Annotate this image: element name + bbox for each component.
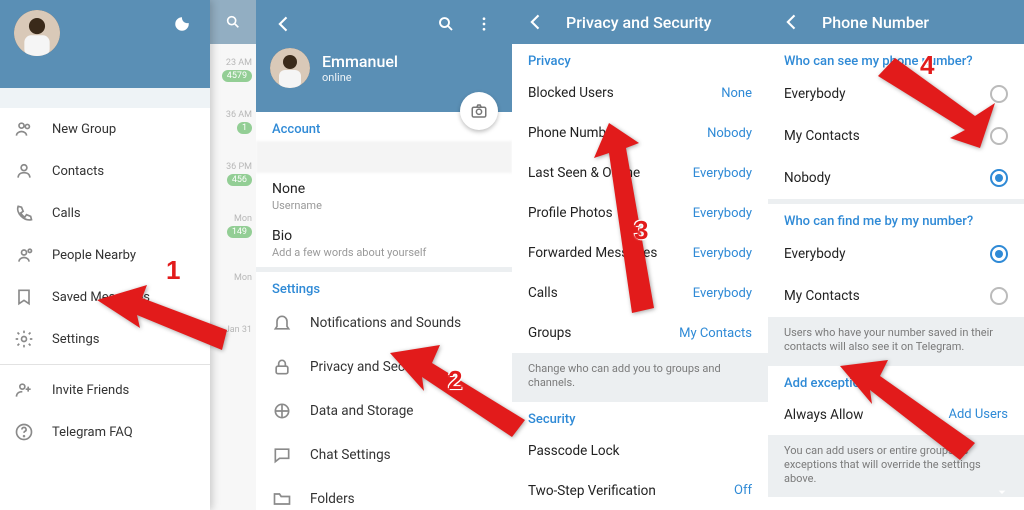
search-icon[interactable] (210, 0, 256, 44)
group-icon (14, 119, 34, 139)
menu-settings[interactable]: Settings (0, 318, 210, 360)
setting-notifications[interactable]: Notifications and Sounds (256, 301, 512, 345)
menu-label: New Group (52, 122, 116, 137)
opt-everybody[interactable]: Everybody (768, 73, 1024, 115)
avatar[interactable] (270, 48, 310, 88)
section-security: Security (512, 402, 768, 431)
menu-label: Telegram FAQ (52, 425, 133, 440)
person-icon (14, 161, 34, 181)
section-settings: Settings (256, 272, 512, 301)
divider (0, 364, 210, 365)
radio-icon (990, 245, 1008, 263)
folder-icon (272, 489, 292, 509)
bell-icon (272, 313, 292, 333)
back-icon[interactable] (270, 10, 298, 38)
section-who-find: Who can find me by my number? (768, 204, 1024, 233)
radio-icon (990, 127, 1008, 145)
night-mode-icon[interactable] (168, 10, 196, 38)
menu-label: Contacts (52, 164, 104, 179)
row-passcode[interactable]: Passcode Lock (512, 431, 768, 471)
menu-contacts[interactable]: Contacts (0, 150, 210, 192)
setting-privacy[interactable]: Privacy and Security (256, 345, 512, 389)
profile-name: Emmanuel (322, 52, 398, 71)
step-number: 4 (920, 50, 934, 81)
page-title: Privacy and Security (566, 13, 711, 32)
chat-list-background: 23 AM4579 36 AM1 36 PM456 Mon149 Mon Jan… (210, 0, 256, 510)
radio-icon (990, 169, 1008, 187)
privacy-help: Change who can add you to groups and cha… (512, 353, 768, 402)
menu-label: Invite Friends (52, 383, 129, 398)
drawer-header (0, 0, 210, 88)
menu-label: Calls (52, 206, 81, 221)
profile-header: Emmanuel online (256, 0, 512, 112)
help-icon (14, 422, 34, 442)
back-icon[interactable] (522, 8, 550, 36)
online-status: online (322, 71, 398, 84)
chat-icon (272, 445, 292, 465)
section-who-see: Who can see my phone number? (768, 44, 1024, 73)
account-strip (0, 88, 210, 108)
setting-chat[interactable]: Chat Settings (256, 433, 512, 477)
row-groups[interactable]: GroupsMy Contacts (512, 313, 768, 353)
menu-faq[interactable]: Telegram FAQ (0, 411, 210, 453)
step-number: 2 (448, 365, 462, 396)
nearby-icon (14, 245, 34, 265)
data-icon (272, 401, 292, 421)
bookmark-icon (14, 287, 34, 307)
step-number: 3 (634, 215, 648, 246)
row-twostep[interactable]: Two-Step VerificationOff (512, 471, 768, 510)
row-phone-number[interactable]: Phone NumberNobody (512, 113, 768, 153)
phone-icon (14, 203, 34, 223)
row-always-allow[interactable]: Always AllowAdd Users (768, 395, 1024, 435)
help-exceptions: You can add users or entire groups as ex… (768, 435, 1024, 498)
username-field[interactable]: None Username (256, 173, 512, 220)
camera-fab[interactable] (460, 92, 498, 130)
bio-field[interactable]: Bio Add a few words about yourself (256, 220, 512, 267)
avatar[interactable] (14, 10, 60, 56)
menu-calls[interactable]: Calls (0, 192, 210, 234)
setting-folders[interactable]: Folders (256, 477, 512, 510)
page-title: Phone Number (822, 13, 929, 32)
opt2-everybody[interactable]: Everybody (768, 233, 1024, 275)
opt-my-contacts[interactable]: My Contacts (768, 115, 1024, 157)
row-blocked-users[interactable]: Blocked UsersNone (512, 73, 768, 113)
menu-label: Saved Messages (52, 290, 150, 305)
setting-data[interactable]: Data and Storage (256, 389, 512, 433)
opt-nobody[interactable]: Nobody (768, 157, 1024, 199)
section-privacy: Privacy (512, 44, 768, 73)
menu-label: Settings (52, 332, 99, 347)
menu-invite-friends[interactable]: Invite Friends (0, 369, 210, 411)
back-icon[interactable] (778, 8, 806, 36)
step-number: 1 (166, 255, 180, 286)
menu-new-group[interactable]: New Group (0, 108, 210, 150)
more-icon[interactable] (470, 10, 498, 38)
header: Phone Number (768, 0, 1024, 44)
menu-label: People Nearby (52, 248, 136, 263)
search-icon[interactable] (432, 10, 460, 38)
help-contacts: Users who have your number saved in thei… (768, 317, 1024, 366)
add-person-icon (14, 380, 34, 400)
header: Privacy and Security (512, 0, 768, 44)
row-calls[interactable]: CallsEverybody (512, 273, 768, 313)
lock-icon (272, 357, 292, 377)
gear-icon (14, 329, 34, 349)
phone-field[interactable] (256, 141, 512, 173)
opt2-my-contacts[interactable]: My Contacts (768, 275, 1024, 317)
radio-icon (990, 287, 1008, 305)
section-exceptions: Add exceptions (768, 366, 1024, 395)
row-last-seen[interactable]: Last Seen & OnlineEverybody (512, 153, 768, 193)
radio-icon (990, 85, 1008, 103)
